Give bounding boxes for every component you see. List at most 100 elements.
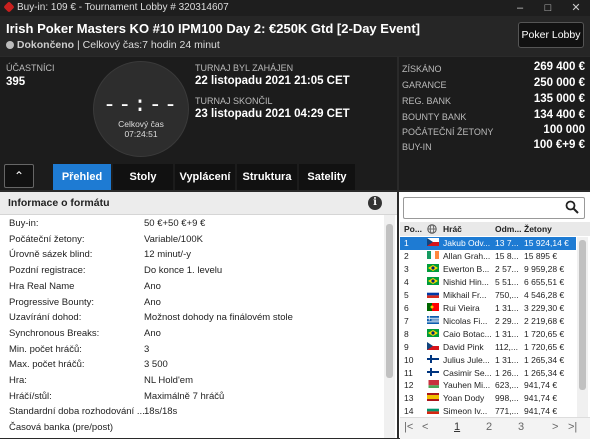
player-position: 1 <box>404 238 409 248</box>
player-position: 2 <box>404 250 409 261</box>
tab-prehled[interactable]: Přehled <box>53 164 111 190</box>
col-position[interactable]: Po... <box>404 224 422 234</box>
player-prize: 1 31... <box>495 354 519 365</box>
player-name: Allan Grah... <box>443 250 491 261</box>
format-value: 50 €+50 €+9 € <box>144 218 206 229</box>
format-key: Synchronous Breaks: <box>9 327 100 339</box>
format-row: Časová banka (pre/post) <box>0 420 383 436</box>
format-value: Maximálně 7 hráčů <box>144 390 225 402</box>
pager-page-3[interactable]: 3 <box>518 421 524 433</box>
player-row[interactable]: 1 Jakub Odv... 13 7... 15 924,14 € <box>400 237 576 250</box>
participants-label: ÚČASTNÍCI <box>6 63 55 73</box>
prize-value: 134 400 € <box>533 109 585 121</box>
player-name: Simeon Iv... <box>443 406 488 417</box>
player-row[interactable]: 4 Nishid Hin... 5 51... 6 655,51 € <box>400 276 576 289</box>
player-name: David Pink <box>443 341 484 352</box>
player-row[interactable]: 13 Yoan Dody 998,... 941,74 € <box>400 392 576 405</box>
format-key: Uzavírání dohod: <box>9 312 82 324</box>
player-row[interactable]: 11 Casimir Se... 1 26... 1 265,34 € <box>400 367 576 380</box>
format-key: Min. počet hráčů: <box>9 343 82 355</box>
player-row[interactable]: 9 David Pink 112,... 1 720,65 € <box>400 341 576 354</box>
close-button[interactable]: ✕ <box>562 0 590 16</box>
country-flag-icon <box>427 406 439 415</box>
search-icon[interactable] <box>565 200 579 214</box>
format-row: Standardní doba rozhodování ... 18s/18s <box>0 404 383 420</box>
player-row[interactable]: 12 Yauhen Mi... 623,... 941,74 € <box>400 379 576 392</box>
col-chips[interactable]: Žetony <box>524 224 552 234</box>
player-prize: 13 7... <box>495 238 519 248</box>
player-name: Caio Botac... <box>443 328 492 339</box>
player-chips: 6 655,51 € <box>524 276 565 287</box>
format-row: Buy-in: 50 €+50 €+9 € <box>0 216 383 232</box>
player-prize: 623,... <box>495 380 519 391</box>
country-flag-icon <box>427 263 439 272</box>
format-value: 3 500 <box>144 359 168 371</box>
maximize-button[interactable]: □ <box>534 0 562 16</box>
tab-stoly[interactable]: Stoly <box>113 164 173 190</box>
status-text: Dokončeno <box>16 39 75 51</box>
player-name: Ewerton B... <box>443 263 490 274</box>
player-row[interactable]: 3 Ewerton B... 2 57... 9 959,28 € <box>400 263 576 276</box>
players-scrollbar-thumb[interactable] <box>579 240 586 390</box>
format-row: Progressive Bounty: Ano <box>0 295 383 311</box>
country-flag-icon <box>427 289 439 298</box>
player-row[interactable]: 8 Caio Botac... 1 31... 1 720,65 € <box>400 328 576 341</box>
player-name: Mikhail Fr... <box>443 289 487 300</box>
player-name: Jakub Odv... <box>443 238 491 248</box>
country-flag-icon <box>427 250 439 259</box>
format-key: Úrovně sázek blind: <box>9 249 93 261</box>
col-country-globe-icon[interactable] <box>427 224 437 235</box>
pager-page-2[interactable]: 2 <box>486 421 492 433</box>
player-row[interactable]: 10 Julius Jule... 1 31... 1 265,34 € <box>400 354 576 367</box>
player-position: 6 <box>404 302 409 313</box>
pager-page-1[interactable]: 1 <box>454 421 460 433</box>
format-scrollbar-thumb[interactable] <box>386 224 393 378</box>
prize-label: POČÁTEČNÍ ŽETONY <box>402 127 494 137</box>
format-value: Variable/100K <box>144 233 203 245</box>
format-row: Počáteční žetony: Variable/100K <box>0 232 383 248</box>
pager-last-button[interactable]: >| <box>568 421 577 433</box>
player-chips: 4 546,28 € <box>524 289 565 300</box>
player-row[interactable]: 6 Rui Vieira 1 31... 3 229,30 € <box>400 302 576 315</box>
status-dot-icon <box>6 41 14 49</box>
format-row: Max. počet hráčů: 3 500 <box>0 357 383 373</box>
player-search-input[interactable] <box>403 197 585 219</box>
tab-satelity[interactable]: Satelity <box>299 164 355 190</box>
player-chips: 1 265,34 € <box>524 367 565 378</box>
format-key: Hra: <box>9 375 27 386</box>
format-value: 18s/18s <box>144 406 178 418</box>
format-row: Hra: NL Hold'em <box>0 373 383 389</box>
col-prize[interactable]: Odm... <box>495 224 521 234</box>
players-table-header: Po... Hráč Odm... Žetony <box>400 222 590 236</box>
player-name: Nishid Hin... <box>443 276 489 287</box>
info-icon[interactable]: i <box>368 196 382 210</box>
tab-struktura[interactable]: Struktura <box>237 164 297 190</box>
player-prize: 15 8... <box>495 250 519 261</box>
pager-next-button[interactable]: > <box>552 421 558 433</box>
poker-lobby-button[interactable]: Poker Lobby <box>518 22 584 48</box>
col-player[interactable]: Hráč <box>443 224 462 234</box>
player-position: 14 <box>404 406 414 417</box>
player-position: 9 <box>404 341 409 352</box>
format-row: Uzavírání dohod: Možnost dohody na finálo… <box>0 310 383 326</box>
player-row[interactable]: 7 Nicolas Fi... 2 29... 2 219,68 € <box>400 315 576 328</box>
player-row[interactable]: 5 Mikhail Fr... 750,... 4 546,28 € <box>400 289 576 302</box>
player-prize: 998,... <box>495 393 519 404</box>
player-chips: 1 720,65 € <box>524 328 565 339</box>
tab-vyplaceni[interactable]: Vyplácení <box>175 164 235 190</box>
collapse-chevron-up-icon[interactable]: ⌃ <box>4 164 34 188</box>
player-chips: 15 924,14 € <box>524 238 569 248</box>
prize-label: BOUNTY BANK <box>402 112 467 122</box>
pager-prev-button[interactable]: < <box>422 421 428 433</box>
player-prize: 750,... <box>495 289 519 300</box>
pager-first-button[interactable]: |< <box>404 421 413 433</box>
minimize-button[interactable]: – <box>506 0 534 16</box>
pokerstars-logo-icon <box>3 1 15 14</box>
player-position: 10 <box>404 354 414 365</box>
started-label: TURNAJ BYL ZAHÁJEN <box>195 63 294 73</box>
player-row[interactable]: 2 Allan Grah... 15 8... 15 895 € <box>400 250 576 263</box>
player-position: 11 <box>404 367 413 378</box>
ended-label: TURNAJ SKONČIL <box>195 96 273 106</box>
ended-value: 23 listopadu 2021 04:29 CET <box>195 108 350 120</box>
player-position: 13 <box>404 393 414 404</box>
